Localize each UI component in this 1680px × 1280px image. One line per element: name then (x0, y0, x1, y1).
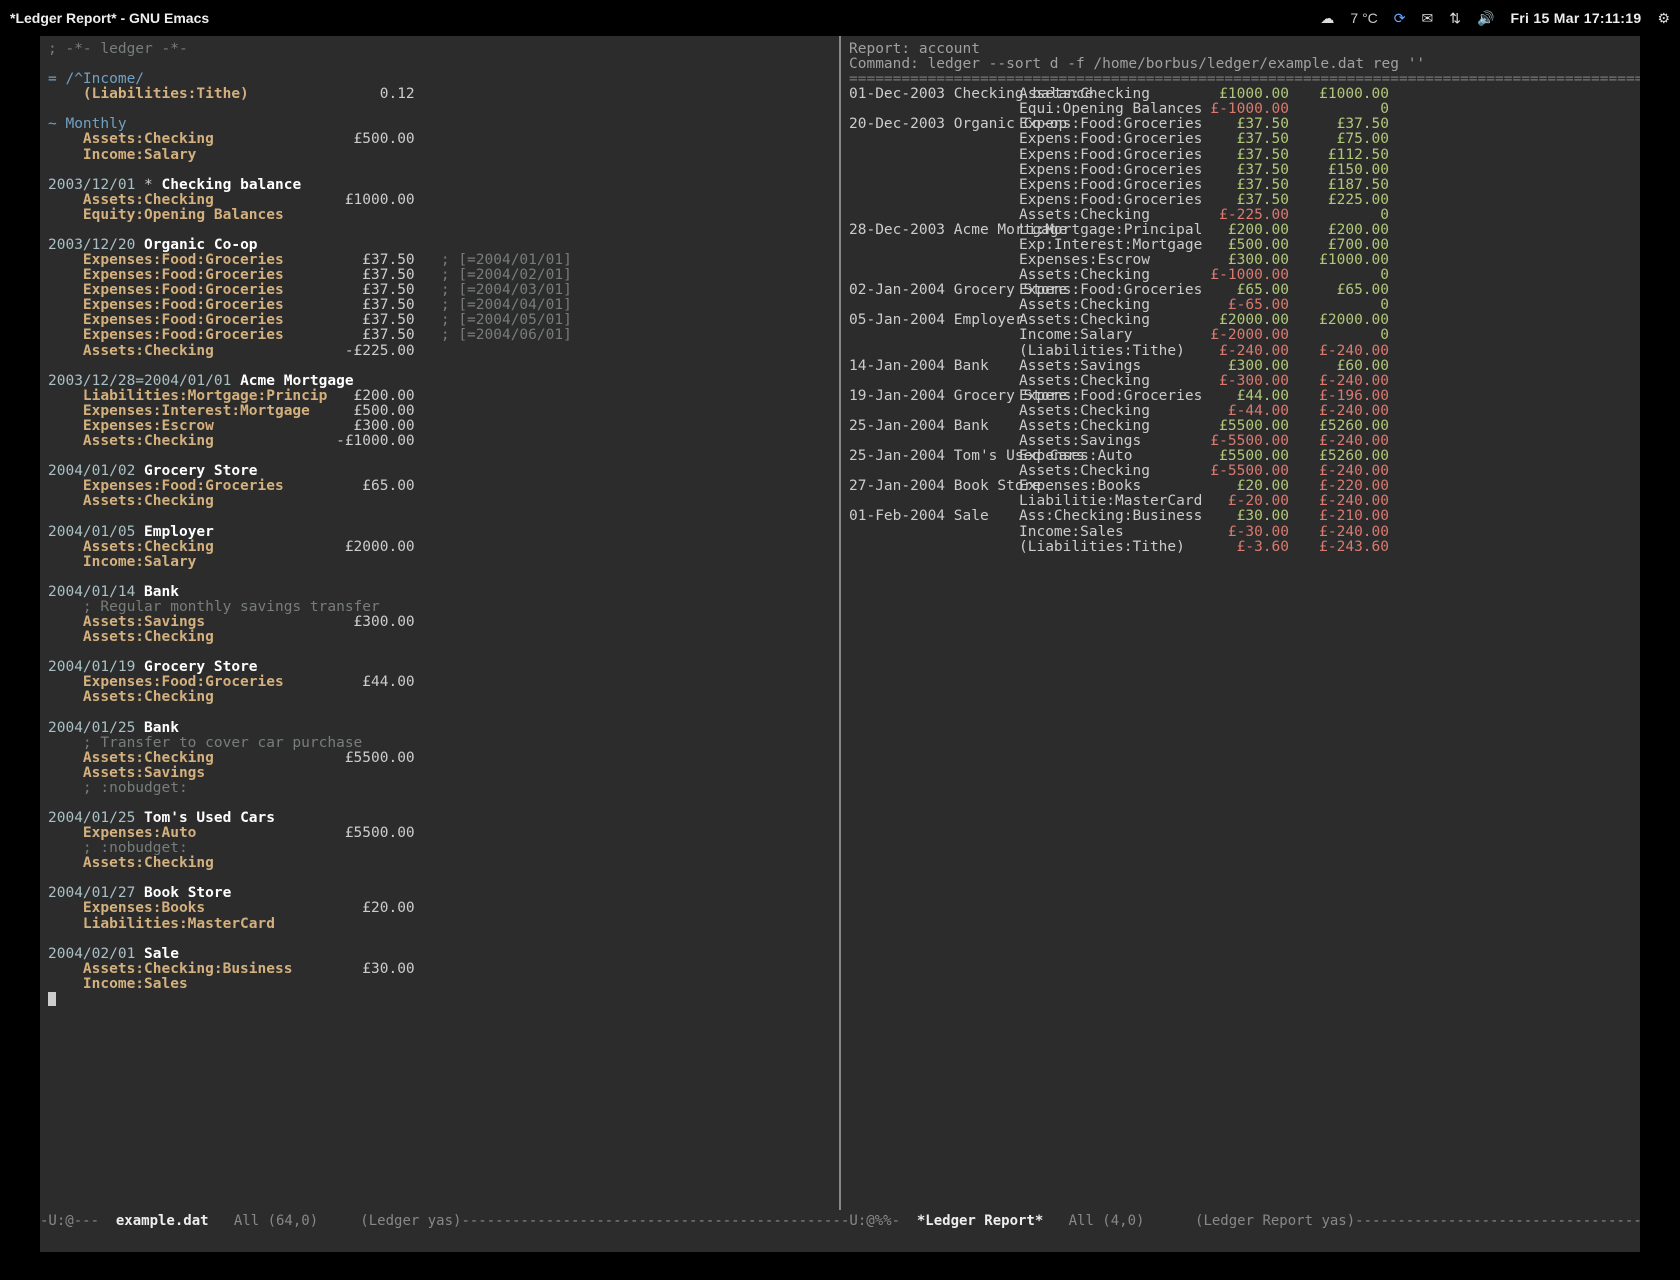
modeline-row: -U:@--- example.dat All (64,0) (Ledger y… (40, 1210, 1640, 1232)
register-row: Income:Sales £-30.00£-240.00 (849, 525, 1632, 540)
right-buffer-ledger-report[interactable]: Report: account Command: ledger --sort d… (841, 36, 1640, 1210)
register-row: 02-Jan-2004 Grocery Store Expens:Food:Gr… (849, 283, 1632, 298)
register-row: 25-Jan-2004 Tom's Used Cars Expenses:Aut… (849, 449, 1632, 464)
register-row: Expens:Food:Groceries £37.50£112.50 (849, 148, 1632, 163)
register-row: 27-Jan-2004 Book Store Expenses:Books £2… (849, 479, 1632, 494)
register-row: Assets:Savings £-5500.00£-240.00 (849, 434, 1632, 449)
register-row: (Liabilities:Tithe) £-3.60£-243.60 (849, 540, 1632, 555)
volume-icon[interactable]: 🔊 (1477, 10, 1494, 27)
register-row: Expens:Food:Groceries £37.50£187.50 (849, 178, 1632, 193)
clock: Fri 15 Mar 17:11:19 (1510, 10, 1641, 26)
register-row: Assets:Checking £-300.00£-240.00 (849, 374, 1632, 389)
register-row: 20-Dec-2003 Organic Co-op Expens:Food:Gr… (849, 117, 1632, 132)
register-row: Expens:Food:Groceries £37.50£150.00 (849, 163, 1632, 178)
weather-icon: ☁ (1320, 10, 1334, 27)
modeline-left[interactable]: -U:@--- example.dat All (64,0) (Ledger y… (40, 1213, 839, 1229)
register-row: Assets:Checking £-225.000 (849, 208, 1632, 223)
minibuffer[interactable] (40, 1232, 1640, 1252)
register-row: Equi:Opening Balances £-1000.000 (849, 102, 1632, 117)
modeline-right[interactable]: -U:@%%- *Ledger Report* All (4,0) (Ledge… (841, 1213, 1640, 1229)
register-row: Liabilitie:MasterCard £-20.00£-240.00 (849, 494, 1632, 509)
register-row: 25-Jan-2004 Bank Assets:Checking £5500.0… (849, 419, 1632, 434)
window-title: *Ledger Report* - GNU Emacs (10, 10, 209, 26)
register-row: 05-Jan-2004 Employer Assets:Checking £20… (849, 313, 1632, 328)
register-row: Income:Salary £-2000.000 (849, 328, 1632, 343)
weather-temp: 7 °C (1350, 10, 1377, 26)
system-tray: ☁ 7 °C ⟳ ✉ ⇅ 🔊 Fri 15 Mar 17:11:19 ⚙ (1320, 10, 1670, 27)
register-row: 01-Dec-2003 Checking balanceAssets:Check… (849, 87, 1632, 102)
register-row: Expens:Food:Groceries £37.50£225.00 (849, 193, 1632, 208)
cursor (48, 992, 56, 1006)
settings-gear-icon[interactable]: ⚙ (1657, 10, 1670, 27)
refresh-icon[interactable]: ⟳ (1394, 10, 1406, 27)
left-buffer-example-dat[interactable]: ; -*- ledger -*- = /^Income/ (Liabilitie… (40, 36, 839, 1210)
register-row: 14-Jan-2004 Bank Assets:Savings £300.00£… (849, 359, 1632, 374)
mail-icon[interactable]: ✉ (1422, 10, 1434, 27)
register-row: Assets:Checking £-5500.00£-240.00 (849, 464, 1632, 479)
register-row: Exp:Interest:Mortgage £500.00£700.00 (849, 238, 1632, 253)
register-row: 28-Dec-2003 Acme Mortgage Li:Mortgage:Pr… (849, 223, 1632, 238)
gnome-topbar: *Ledger Report* - GNU Emacs ☁ 7 °C ⟳ ✉ ⇅… (0, 0, 1680, 36)
register-row: 01-Feb-2004 Sale Ass:Checking:Business £… (849, 509, 1632, 524)
register-row: 19-Jan-2004 Grocery Store Expens:Food:Gr… (849, 389, 1632, 404)
register-row: Assets:Checking £-65.000 (849, 298, 1632, 313)
register-row: Assets:Checking £-1000.000 (849, 268, 1632, 283)
register-row: Assets:Checking £-44.00£-240.00 (849, 404, 1632, 419)
register-row: Expenses:Escrow £300.00£1000.00 (849, 253, 1632, 268)
register-row: Expens:Food:Groceries £37.50£75.00 (849, 132, 1632, 147)
network-icon[interactable]: ⇅ (1449, 10, 1461, 27)
emacs-frame: ; -*- ledger -*- = /^Income/ (Liabilitie… (40, 36, 1640, 1210)
register-row: (Liabilities:Tithe) £-240.00£-240.00 (849, 344, 1632, 359)
